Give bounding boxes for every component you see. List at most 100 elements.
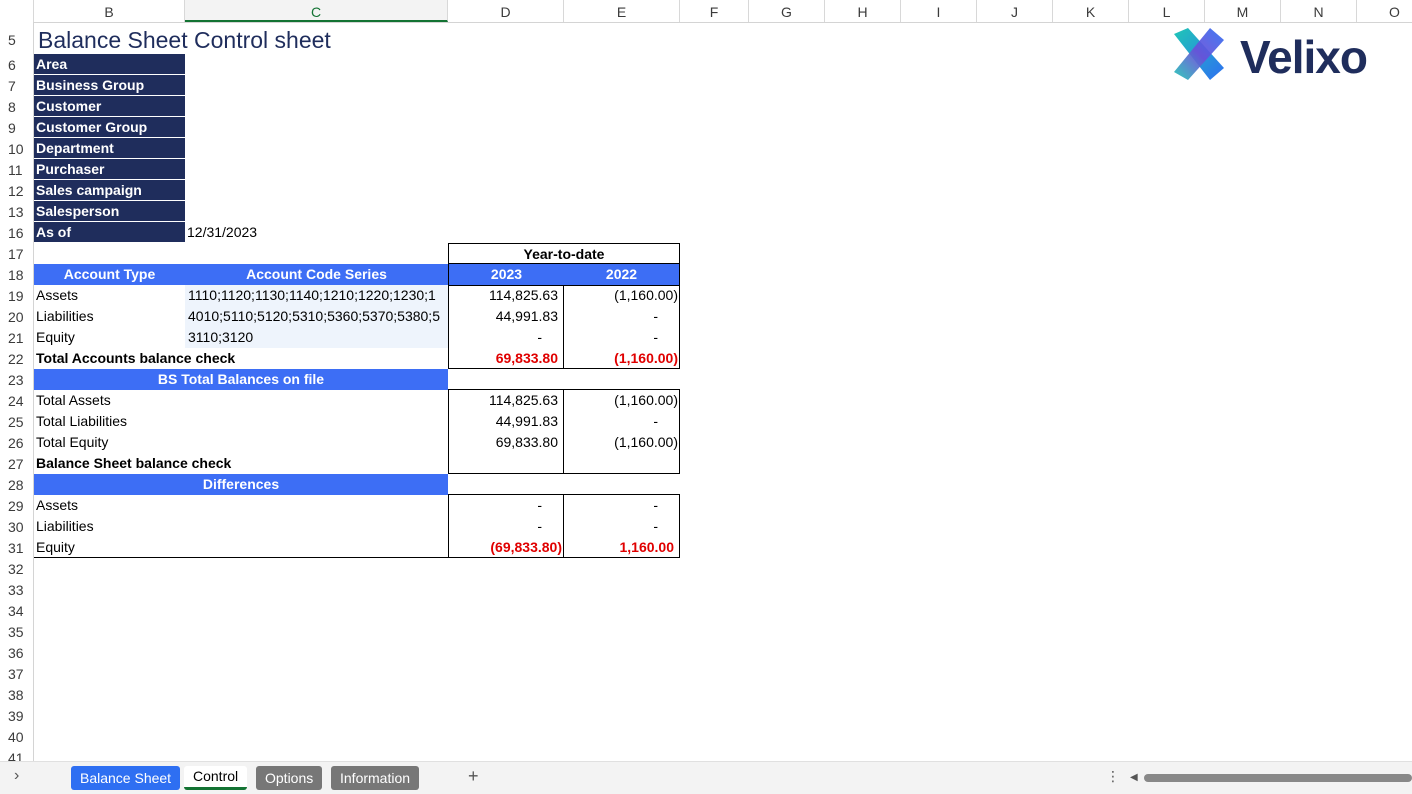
vertical-ellipsis-icon[interactable]: ⋮ xyxy=(1106,768,1120,785)
column-header-o[interactable]: O xyxy=(1357,0,1412,22)
diff-row-label[interactable]: Liabilities xyxy=(34,516,334,537)
row-header[interactable]: 37 xyxy=(0,663,33,684)
column-header-m[interactable]: M xyxy=(1205,0,1281,22)
bs-row-label[interactable]: Total Liabilities xyxy=(34,411,334,432)
column-header-g[interactable]: G xyxy=(749,0,825,22)
horizontal-scrollbar[interactable]: ◀ xyxy=(1128,770,1412,786)
diff-row-label[interactable]: Equity xyxy=(34,537,334,558)
diff-value-2022[interactable]: - xyxy=(564,516,680,537)
code-series-header[interactable]: Account Code Series xyxy=(185,264,448,285)
row-header[interactable]: 38 xyxy=(0,684,33,705)
row-header[interactable]: 25 xyxy=(0,411,33,432)
row-header[interactable]: 9 xyxy=(0,117,33,138)
value-2022-cell[interactable]: (1,160.00) xyxy=(564,285,680,306)
column-header-h[interactable]: H xyxy=(825,0,901,22)
column-header-n[interactable]: N xyxy=(1281,0,1357,22)
row-header[interactable]: 30 xyxy=(0,516,33,537)
row-header[interactable]: 27 xyxy=(0,453,33,474)
column-header-f[interactable]: F xyxy=(680,0,749,22)
tab-control[interactable]: Control xyxy=(184,766,248,790)
row-header[interactable]: 8 xyxy=(0,96,33,117)
row-header[interactable]: 23 xyxy=(0,369,33,390)
value-2023-cell[interactable]: 44,991.83 xyxy=(448,306,564,327)
row-header[interactable]: 35 xyxy=(0,621,33,642)
row-header[interactable]: 29 xyxy=(0,495,33,516)
value-2022-cell[interactable]: - xyxy=(564,306,680,327)
plus-icon[interactable]: + xyxy=(468,766,479,787)
row-header[interactable]: 19 xyxy=(0,285,33,306)
ytd-header[interactable]: Year-to-date xyxy=(448,243,680,264)
bs-total-header[interactable]: BS Total Balances on file xyxy=(34,369,448,390)
row-header[interactable]: 21 xyxy=(0,327,33,348)
row-header[interactable]: 33 xyxy=(0,579,33,600)
filter-label-business-group[interactable]: Business Group xyxy=(34,75,185,96)
row-header[interactable]: 40 xyxy=(0,726,33,747)
worksheet-grid[interactable]: Balance Sheet Control sheet Area Busines… xyxy=(34,22,1412,761)
diff-value-2023[interactable]: - xyxy=(448,516,564,537)
filter-label-sales-campaign[interactable]: Sales campaign xyxy=(34,180,185,201)
row-header[interactable]: 28 xyxy=(0,474,33,495)
account-codes-cell[interactable]: 1110;1120;1130;1140;1210;1220;1230;1 xyxy=(185,285,448,306)
differences-header[interactable]: Differences xyxy=(34,474,448,495)
row-header[interactable]: 16 xyxy=(0,222,33,243)
row-header[interactable]: 5 xyxy=(0,29,33,50)
column-header-c[interactable]: C xyxy=(185,0,448,22)
bs-value-2022[interactable]: - xyxy=(564,411,680,432)
row-header[interactable]: 26 xyxy=(0,432,33,453)
row-header[interactable]: 36 xyxy=(0,642,33,663)
filter-label-department[interactable]: Department xyxy=(34,138,185,159)
account-type-cell[interactable]: Liabilities xyxy=(34,306,185,327)
column-header-l[interactable]: L xyxy=(1129,0,1205,22)
filter-label-purchaser[interactable]: Purchaser xyxy=(34,159,185,180)
row-header[interactable]: 24 xyxy=(0,390,33,411)
row-header[interactable]: 34 xyxy=(0,600,33,621)
account-codes-cell[interactable]: 4010;5110;5120;5310;5360;5370;5380;5 xyxy=(185,306,448,327)
chevron-right-icon[interactable]: › xyxy=(14,767,19,785)
diff-row-label[interactable]: Assets xyxy=(34,495,334,516)
row-header[interactable]: 39 xyxy=(0,705,33,726)
bs-value-2022[interactable]: (1,160.00) xyxy=(564,390,680,411)
diff-value-2022[interactable]: 1,160.00 xyxy=(564,537,680,558)
select-all-corner[interactable] xyxy=(0,0,34,22)
row-header[interactable]: 41 xyxy=(0,747,33,761)
row-header[interactable]: 32 xyxy=(0,558,33,579)
row-header[interactable]: 22 xyxy=(0,348,33,369)
filter-label-customer-group[interactable]: Customer Group xyxy=(34,117,185,138)
account-type-header[interactable]: Account Type xyxy=(34,264,185,285)
as-of-date-cell[interactable]: 12/31/2023 xyxy=(185,222,335,243)
row-header[interactable]: 20 xyxy=(0,306,33,327)
diff-value-2023[interactable]: (69,833.80) xyxy=(448,537,564,558)
filter-label-as-of[interactable]: As of xyxy=(34,222,185,243)
filter-label-area[interactable]: Area xyxy=(34,54,185,75)
filter-label-salesperson[interactable]: Salesperson xyxy=(34,201,185,222)
bs-value-2022[interactable]: (1,160.00) xyxy=(564,432,680,453)
year-2022-header[interactable]: 2022 xyxy=(564,264,680,285)
row-header[interactable]: 7 xyxy=(0,75,33,96)
row-header[interactable]: 31 xyxy=(0,537,33,558)
account-type-cell[interactable]: Assets xyxy=(34,285,185,306)
account-type-cell[interactable]: Equity xyxy=(34,327,185,348)
account-codes-cell[interactable]: 3110;3120 xyxy=(185,327,448,348)
bs-value-2023[interactable]: 69,833.80 xyxy=(448,432,564,453)
column-header-e[interactable]: E xyxy=(564,0,680,22)
row-header[interactable]: 13 xyxy=(0,201,33,222)
row-header[interactable]: 17 xyxy=(0,243,33,264)
bs-value-2023[interactable]: 44,991.83 xyxy=(448,411,564,432)
column-header-j[interactable]: J xyxy=(977,0,1053,22)
row-header[interactable]: 6 xyxy=(0,54,33,75)
column-header-i[interactable]: I xyxy=(901,0,977,22)
value-2022-cell[interactable]: - xyxy=(564,327,680,348)
bs-row-label[interactable]: Total Equity xyxy=(34,432,334,453)
value-2023-cell[interactable]: - xyxy=(448,327,564,348)
bs-value-2023[interactable]: 114,825.63 xyxy=(448,390,564,411)
total-check-2023[interactable]: 69,833.80 xyxy=(448,348,564,369)
row-header[interactable]: 10 xyxy=(0,138,33,159)
row-header[interactable]: 12 xyxy=(0,180,33,201)
scrollbar-thumb[interactable] xyxy=(1144,774,1412,782)
year-2023-header[interactable]: 2023 xyxy=(448,264,564,285)
tab-balance-sheet[interactable]: Balance Sheet xyxy=(71,766,181,790)
filter-label-customer[interactable]: Customer xyxy=(34,96,185,117)
tab-information[interactable]: Information xyxy=(331,766,420,790)
row-header[interactable]: 18 xyxy=(0,264,33,285)
value-2023-cell[interactable]: 114,825.63 xyxy=(448,285,564,306)
